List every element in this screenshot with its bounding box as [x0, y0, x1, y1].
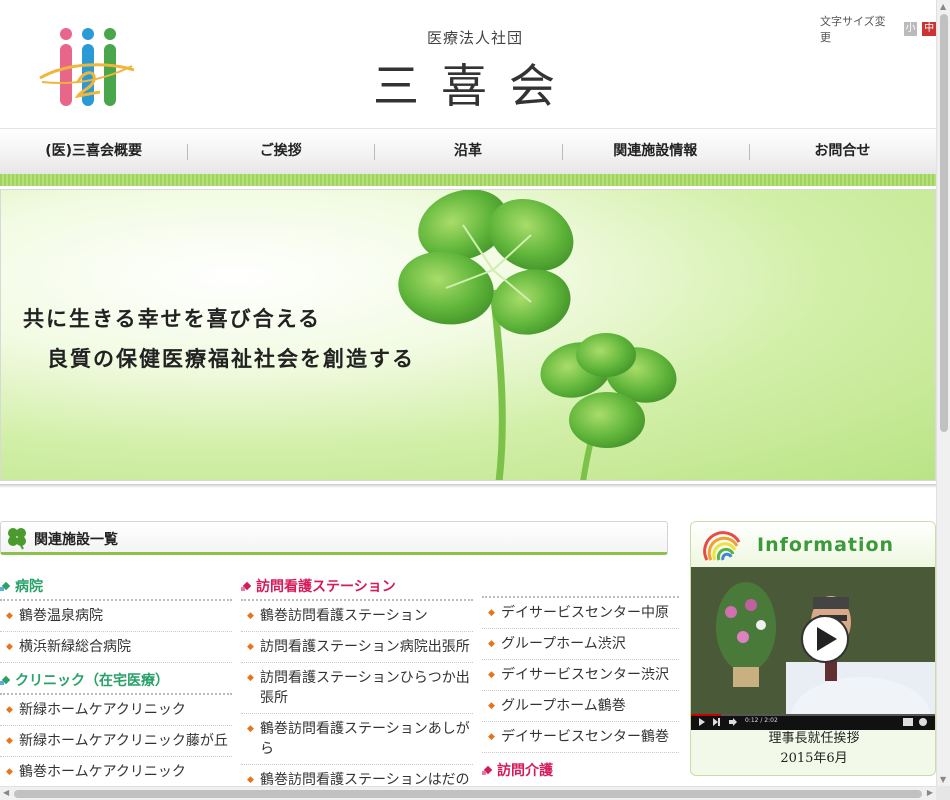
list-item[interactable]: ◆ 訪問看護ステーション病院出張所	[241, 632, 473, 663]
category-diamond-icon	[0, 581, 11, 591]
arrow-icon: ◆	[488, 608, 495, 618]
category-home-nursing: 訪問看護ステーション	[241, 575, 473, 597]
list-item[interactable]: ◆ 鶴巻温泉病院	[0, 601, 232, 632]
page-title: 三喜会	[373, 59, 577, 113]
arrow-icon: ◆	[488, 732, 495, 742]
arrow-icon: ◆	[488, 701, 495, 711]
arrow-icon: ◆	[488, 639, 495, 649]
facility-link[interactable]: デイサービスセンター渋沢	[501, 665, 679, 685]
arrow-icon: ◆	[247, 673, 254, 683]
clover-illustration-icon	[398, 190, 677, 480]
video-player[interactable]: 0:12 / 2:02	[691, 567, 935, 730]
facility-column-3: ◆ デイサービスセンター中原 ◆ グループホーム渋沢 ◆ デイサービスセンター渋沢 ◆…	[482, 596, 679, 787]
list-item[interactable]: ◆ 鶴巻訪問看護ステーション	[241, 601, 473, 632]
list-item[interactable]: ◆ デイサービスセンター鶴巻	[482, 722, 679, 753]
category-label: 病院	[15, 579, 43, 595]
video-time-readout: 0:12 / 2:02	[745, 717, 778, 724]
scroll-right-icon[interactable]: ▶	[927, 788, 933, 797]
category-diamond-icon	[0, 675, 11, 685]
list-item[interactable]: ◆ グループホーム鶴巻	[482, 691, 679, 722]
scroll-down-icon[interactable]: ▼	[940, 775, 946, 784]
category-hospital: 病院	[0, 575, 232, 597]
horizontal-scrollbar[interactable]: ◀ ▶	[0, 786, 936, 800]
global-nav: (医)三喜会概要 ご挨拶 沿革 関連施設情報 お問合せ	[0, 128, 936, 174]
facility-list-title: 関連施設一覧	[34, 532, 118, 548]
list-item[interactable]: ◆ デイサービスセンター中原	[482, 598, 679, 629]
site-header: 医療法人社団 三喜会 文字サイズ変更 小 中	[0, 0, 936, 128]
list-item[interactable]: ◆ 訪問看護ステーションひらつか出張所	[241, 663, 473, 714]
facility-link[interactable]: 鶴巻訪問看護ステーション	[260, 606, 473, 626]
list-item[interactable]: ◆ 横浜新緑総合病院	[0, 632, 232, 663]
arrow-icon: ◆	[6, 736, 13, 746]
hero-slogan-line2: 良質の保健医療福祉社会を創造する	[47, 346, 415, 371]
arrow-icon: ◆	[6, 705, 13, 715]
information-header: Information	[691, 522, 935, 567]
facility-link[interactable]: 訪問看護ステーション病院出張所	[260, 637, 473, 657]
facility-link[interactable]: 新緑ホームケアクリニック	[19, 700, 232, 720]
font-size-switcher: 文字サイズ変更 小 中	[820, 13, 936, 45]
list-item[interactable]: ◆ 鶴巻訪問看護ステーションあしがら	[241, 714, 473, 765]
scroll-up-icon[interactable]: ▲	[940, 2, 946, 11]
horizontal-scroll-thumb[interactable]	[14, 790, 922, 798]
facility-link[interactable]: グループホーム鶴巻	[501, 696, 679, 716]
facility-link[interactable]: デイサービスセンター鶴巻	[501, 727, 679, 747]
vertical-scrollbar[interactable]: ▲ ▼	[936, 0, 950, 786]
scrollbar-corner	[936, 786, 950, 800]
facility-list-header: 関連施設一覧	[0, 521, 668, 555]
vertical-scroll-thumb[interactable]	[940, 14, 948, 432]
facility-link[interactable]: 鶴巻ホームケアクリニック	[19, 762, 232, 782]
arrow-icon: ◆	[6, 611, 13, 621]
hero-slogan-line1: 共に生きる幸せを喜び合える	[23, 306, 321, 331]
category-diamond-icon	[241, 581, 252, 591]
nav-item-overview[interactable]: (医)三喜会概要	[0, 129, 187, 174]
facility-link[interactable]: 鶴巻温泉病院	[19, 606, 232, 626]
arrow-icon: ◆	[488, 670, 495, 680]
arrow-icon: ◆	[247, 611, 254, 621]
font-size-medium-button[interactable]: 中	[922, 22, 936, 36]
arrow-icon: ◆	[6, 767, 13, 777]
video-caption[interactable]: 理事長就任挨拶	[691, 731, 935, 747]
nav-item-history[interactable]: 沿革	[374, 129, 561, 174]
list-item[interactable]: ◆ グループホーム渋沢	[482, 629, 679, 660]
facility-link[interactable]: 横浜新緑総合病院	[19, 637, 232, 657]
arrow-icon: ◆	[247, 724, 254, 734]
hero-shadow	[0, 484, 936, 488]
scroll-left-icon[interactable]: ◀	[3, 788, 9, 797]
video-thumbnail	[691, 567, 935, 730]
information-panel: Information 0:12 / 2:02 理事長就任挨拶 2015年6月	[690, 521, 936, 776]
list-item[interactable]: ◆ 新緑ホームケアクリニック藤が丘	[0, 726, 232, 757]
video-date: 2015年6月	[780, 751, 848, 766]
org-type-label: 医療法人社団	[426, 29, 523, 47]
category-label: 訪問介護	[497, 763, 553, 779]
hero-banner: 共に生きる幸せを喜び合える 良質の保健医療福祉社会を創造する	[0, 189, 936, 481]
category-label: クリニック（在宅医療）	[15, 673, 169, 689]
list-item[interactable]: ◆ 鶴巻ホームケアクリニック	[0, 757, 232, 788]
facility-link[interactable]: 鶴巻訪問看護ステーションあしがら	[260, 719, 473, 759]
category-home-care: 訪問介護	[482, 759, 679, 781]
category-clinic: クリニック（在宅医療）	[0, 669, 232, 691]
category-label: 訪問看護ステーション	[256, 579, 396, 595]
information-title: Information	[757, 534, 895, 556]
category-diamond-icon	[482, 765, 493, 775]
facility-link[interactable]: デイサービスセンター中原	[501, 603, 679, 623]
nav-item-greeting[interactable]: ご挨拶	[187, 129, 374, 174]
clover-icon	[8, 528, 26, 550]
facility-column-1: 病院 ◆ 鶴巻温泉病院 ◆ 横浜新緑総合病院 クリニック（在宅医療） ◆ 新緑ホームケ…	[0, 575, 232, 788]
facility-link[interactable]: 新緑ホームケアクリニック藤が丘	[19, 731, 232, 751]
nav-item-contact[interactable]: お問合せ	[748, 129, 936, 174]
nav-item-facilities[interactable]: 関連施設情報	[561, 129, 749, 174]
list-item[interactable]: ◆ 新緑ホームケアクリニック	[0, 695, 232, 726]
arrow-icon: ◆	[247, 642, 254, 652]
font-size-small-button[interactable]: 小	[903, 22, 918, 36]
facility-link[interactable]: 訪問看護ステーションひらつか出張所	[260, 668, 473, 708]
font-size-label: 文字サイズ変更	[820, 15, 886, 44]
list-item[interactable]: ◆ デイサービスセンター渋沢	[482, 660, 679, 691]
facility-column-2: 訪問看護ステーション ◆ 鶴巻訪問看護ステーション ◆ 訪問看護ステーション病院出張…	[241, 575, 473, 796]
arrow-icon: ◆	[6, 642, 13, 652]
facility-link[interactable]: グループホーム渋沢	[501, 634, 679, 654]
nav-divider-bar	[0, 174, 936, 186]
rainbow-icon	[703, 531, 741, 561]
